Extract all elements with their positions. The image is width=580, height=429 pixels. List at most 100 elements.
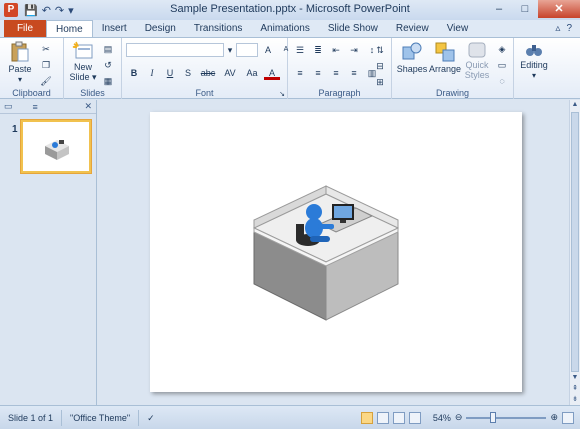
zoom-level[interactable]: 54% bbox=[425, 413, 451, 423]
font-dialog-launcher-icon[interactable]: ↘ bbox=[279, 90, 285, 98]
fit-to-window-icon[interactable] bbox=[562, 411, 574, 424]
font-color-button[interactable]: A bbox=[264, 66, 280, 80]
zoom-slider[interactable] bbox=[466, 411, 547, 423]
editing-label: Editing bbox=[520, 60, 548, 70]
font-name-dropdown-icon[interactable]: ▾ bbox=[226, 43, 234, 57]
cut-icon[interactable]: ✂ bbox=[38, 42, 54, 56]
italic-button[interactable]: I bbox=[144, 66, 160, 80]
align-text-icon[interactable]: ⊟ bbox=[372, 59, 388, 73]
text-direction-icon[interactable]: ⇅ bbox=[372, 43, 388, 57]
decrease-indent-icon[interactable]: ⇤ bbox=[328, 43, 344, 57]
paste-icon bbox=[11, 41, 29, 62]
zoom-out-icon[interactable]: ⊖ bbox=[455, 412, 463, 423]
tab-review[interactable]: Review bbox=[387, 20, 438, 37]
clipboard-group: Paste ▾ ✂ ❐ 🖌 Clipboard bbox=[0, 38, 64, 99]
save-icon[interactable]: 💾 bbox=[24, 4, 38, 17]
zoom-slider-knob[interactable] bbox=[490, 411, 497, 423]
minimize-ribbon-icon[interactable]: ▵ bbox=[555, 20, 560, 37]
minimize-button[interactable]: – bbox=[486, 0, 512, 18]
format-painter-icon[interactable]: 🖌 bbox=[38, 74, 54, 88]
shape-outline-icon[interactable]: ▭ bbox=[494, 58, 510, 72]
shape-fill-icon[interactable]: ◈ bbox=[494, 42, 510, 56]
paragraph-group-label: Paragraph bbox=[318, 88, 361, 98]
drawing-group: Shapes Arrange Quick Styles ◈ ▭ ◌ Drawin… bbox=[392, 38, 514, 99]
theme-status[interactable]: "Office Theme" bbox=[62, 409, 140, 426]
next-slide-icon[interactable]: ⇟ bbox=[570, 395, 580, 405]
align-center-icon[interactable]: ≡ bbox=[310, 66, 326, 80]
tab-transitions[interactable]: Transitions bbox=[185, 20, 252, 37]
slide-sorter-view-icon[interactable] bbox=[376, 411, 389, 424]
tab-design[interactable]: Design bbox=[136, 20, 185, 37]
drawing-group-label: Drawing bbox=[435, 88, 469, 98]
smartart-icon[interactable]: ⊞ bbox=[372, 75, 388, 89]
underline-button[interactable]: U bbox=[162, 66, 178, 80]
copy-icon[interactable]: ❐ bbox=[38, 58, 54, 72]
scroll-down-icon[interactable]: ▼ bbox=[570, 373, 580, 383]
tab-insert[interactable]: Insert bbox=[93, 20, 136, 37]
spell-check-icon[interactable]: ✓ bbox=[139, 410, 163, 426]
tab-animations[interactable]: Animations bbox=[251, 20, 318, 37]
zoom-in-icon[interactable]: ⊕ bbox=[550, 412, 558, 423]
previous-slide-icon[interactable]: ⇞ bbox=[570, 384, 580, 394]
scrollbar-thumb[interactable] bbox=[571, 112, 579, 372]
slide-canvas[interactable] bbox=[150, 112, 522, 392]
paragraph-text-tools: ⇅ ⊟ ⊞ bbox=[372, 43, 388, 89]
undo-icon[interactable]: ↶ bbox=[42, 4, 51, 17]
customize-icon[interactable]: ▾ bbox=[68, 4, 74, 17]
powerpoint-app-icon[interactable]: P bbox=[4, 3, 18, 17]
grow-font-button[interactable]: A bbox=[260, 43, 276, 57]
vertical-scrollbar[interactable]: ▲ ▼ ⇞ ⇟ bbox=[569, 100, 580, 405]
shadow-button[interactable]: S bbox=[180, 66, 196, 80]
tab-file[interactable]: File bbox=[4, 20, 46, 37]
font-size-combo[interactable] bbox=[236, 43, 258, 57]
outline-tab-icon[interactable]: ≡ bbox=[33, 102, 38, 112]
slide-number: 1 bbox=[12, 124, 18, 135]
normal-view-icon[interactable] bbox=[360, 411, 373, 424]
status-bar: Slide 1 of 1 "Office Theme" ✓ 54% ⊖ ⊕ bbox=[0, 405, 580, 429]
font-name-combo[interactable] bbox=[126, 43, 224, 57]
align-left-icon[interactable]: ≡ bbox=[292, 66, 308, 80]
slide-show-view-icon[interactable] bbox=[408, 411, 421, 424]
close-button[interactable]: ✕ bbox=[538, 0, 580, 18]
paragraph-align-row: ≡ ≡ ≡ ≡ ▥ bbox=[292, 66, 380, 80]
cubicle-3d-image[interactable] bbox=[150, 112, 522, 392]
editing-button[interactable]: Editing ▾ bbox=[516, 41, 552, 80]
quick-styles-label: Quick Styles bbox=[464, 60, 490, 80]
tab-home[interactable]: Home bbox=[46, 20, 93, 37]
numbering-icon[interactable]: ≣ bbox=[310, 43, 326, 57]
ribbon-tabs: File Home Insert Design Transitions Anim… bbox=[0, 20, 580, 37]
slide-editing-area bbox=[98, 100, 570, 405]
drawing-small-buttons: ◈ ▭ ◌ bbox=[494, 42, 510, 88]
character-spacing-button[interactable]: AV bbox=[220, 66, 240, 80]
align-right-icon[interactable]: ≡ bbox=[328, 66, 344, 80]
bullets-icon[interactable]: ☰ bbox=[292, 43, 308, 57]
change-case-button[interactable]: Aa bbox=[242, 66, 262, 80]
close-pane-icon[interactable]: ✕ bbox=[84, 101, 92, 112]
section-icon[interactable]: ▦ bbox=[100, 74, 116, 88]
paragraph-group: ☰ ≣ ⇤ ⇥ ↕ ≡ ≡ ≡ ≡ ▥ ⇅ ⊟ ⊞ Paragraph bbox=[288, 38, 392, 99]
new-slide-button[interactable]: New Slide ▾ bbox=[67, 41, 99, 83]
paste-button[interactable]: Paste ▾ bbox=[6, 41, 34, 84]
quick-styles-icon bbox=[468, 42, 486, 58]
quick-styles-button[interactable]: Quick Styles bbox=[462, 41, 492, 80]
tab-view[interactable]: View bbox=[438, 20, 478, 37]
strikethrough-button[interactable]: abc bbox=[198, 66, 218, 80]
maximize-button[interactable]: □ bbox=[512, 0, 538, 18]
clipboard-group-label: Clipboard bbox=[12, 88, 51, 98]
justify-icon[interactable]: ≡ bbox=[346, 66, 362, 80]
redo-icon[interactable]: ↷ bbox=[55, 4, 64, 17]
arrange-button[interactable]: Arrange bbox=[428, 41, 462, 74]
shape-effects-icon[interactable]: ◌ bbox=[494, 74, 510, 88]
bold-button[interactable]: B bbox=[126, 66, 142, 80]
slide-thumbnail[interactable] bbox=[21, 120, 91, 173]
scroll-up-icon[interactable]: ▲ bbox=[570, 100, 580, 110]
reset-icon[interactable]: ↺ bbox=[100, 58, 116, 72]
reading-view-icon[interactable] bbox=[392, 411, 405, 424]
increase-indent-icon[interactable]: ⇥ bbox=[346, 43, 362, 57]
paragraph-list-row: ☰ ≣ ⇤ ⇥ ↕ bbox=[292, 43, 380, 57]
help-icon[interactable]: ? bbox=[566, 20, 572, 37]
layout-icon[interactable]: ▤ bbox=[100, 42, 116, 56]
slides-tab-icon[interactable]: ▭ bbox=[4, 101, 13, 112]
tab-slide-show[interactable]: Slide Show bbox=[319, 20, 387, 37]
shapes-button[interactable]: Shapes bbox=[396, 41, 428, 74]
